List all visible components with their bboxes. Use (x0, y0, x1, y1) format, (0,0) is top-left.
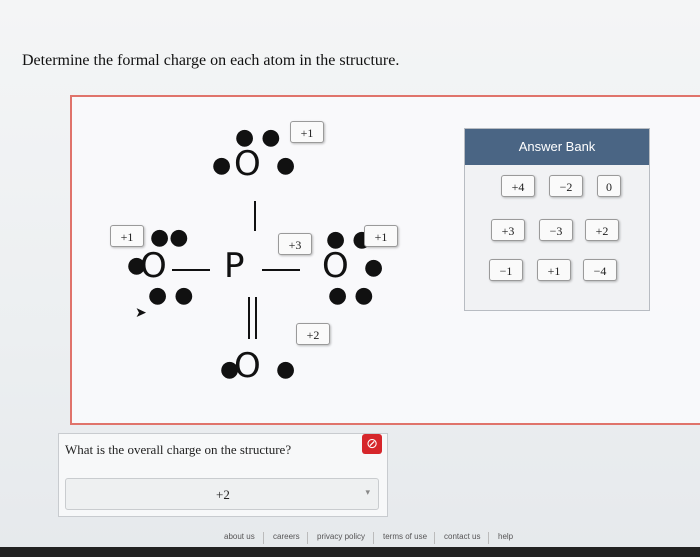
footer-divider (307, 532, 308, 544)
lone-pair-dots: ● (212, 153, 232, 178)
lone-pair-dots: ● (364, 255, 384, 280)
overall-charge-panel: What is the overall charge on the struct… (58, 433, 388, 517)
footer-link-contact[interactable]: contact us (444, 532, 480, 541)
answer-chip[interactable]: −4 (583, 259, 617, 281)
answer-chip[interactable]: +3 (491, 219, 525, 241)
overall-charge-question: What is the overall charge on the struct… (65, 442, 292, 457)
answer-chip[interactable]: +1 (537, 259, 571, 281)
mouse-cursor-icon: ➤ (135, 305, 147, 321)
footer-links: about us careers privacy policy terms of… (0, 532, 700, 546)
answer-chip[interactable]: −3 (539, 219, 573, 241)
footer-divider (263, 532, 264, 544)
overall-charge-select[interactable]: +2 ▾ (65, 478, 379, 510)
atom-top-o: O (234, 144, 261, 184)
charge-top-o[interactable]: +1 (290, 121, 324, 143)
lone-pair-dots: ● ● (148, 283, 194, 308)
footer-divider (488, 532, 489, 544)
bond-p-o-right (262, 269, 300, 271)
bottom-bar (0, 547, 700, 557)
answer-chip[interactable]: +4 (501, 175, 535, 197)
answer-chip[interactable]: −2 (549, 175, 583, 197)
answer-chip[interactable]: 0 (597, 175, 621, 197)
question-text: Determine the formal charge on each atom… (22, 52, 400, 69)
footer-divider (434, 532, 435, 544)
atom-bottom-o: O (234, 346, 261, 386)
footer-link-about[interactable]: about us (224, 532, 255, 541)
charge-right-o[interactable]: +1 (364, 225, 398, 247)
footer-link-privacy[interactable]: privacy policy (317, 532, 365, 541)
footer-link-careers[interactable]: careers (273, 532, 300, 541)
answer-bank: Answer Bank +4 −2 0 +3 −3 +2 −1 +1 −4 (464, 128, 650, 311)
footer-link-terms[interactable]: terms of use (383, 532, 427, 541)
bond-p-o-bottom-a (248, 297, 250, 339)
atom-center-p: P (224, 246, 245, 286)
answer-chip[interactable]: −1 (489, 259, 523, 281)
lone-pair-dots: ● (276, 357, 296, 382)
lone-pair-dots: ● ● (328, 283, 374, 308)
overall-charge-value: +2 (216, 487, 230, 502)
atom-left-o: O (140, 246, 167, 286)
bond-p-o-top (254, 201, 256, 231)
answer-bank-title: Answer Bank (465, 129, 649, 165)
bond-o-p-left (172, 269, 210, 271)
bond-p-o-bottom-b (255, 297, 257, 339)
incorrect-icon: ⊘ (362, 434, 382, 454)
charge-bottom-o[interactable]: +2 (296, 323, 330, 345)
chevron-down-icon: ▾ (365, 488, 370, 498)
charge-center-p[interactable]: +3 (278, 233, 312, 255)
footer-divider (373, 532, 374, 544)
answer-chip[interactable]: +2 (585, 219, 619, 241)
charge-left-o[interactable]: +1 (110, 225, 144, 247)
lone-pair-dots: ● (276, 153, 296, 178)
atom-right-o: O (322, 246, 349, 286)
footer-link-help[interactable]: help (498, 532, 513, 541)
